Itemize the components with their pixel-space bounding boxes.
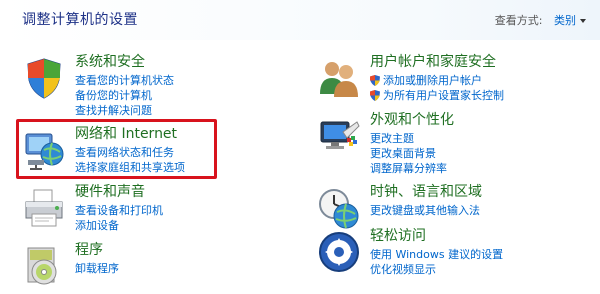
header-bar: 调整计算机的设置 查看方式: 类别 (0, 0, 600, 40)
link-parental-controls[interactable]: 为所有用户设置家长控制 (370, 88, 590, 103)
link-add-device[interactable]: 添加设备 (75, 218, 295, 233)
category-ease-access: 轻松访问 使用 Windows 建议的设置 优化视频显示 (317, 228, 587, 280)
link-windows-recommended-settings[interactable]: 使用 Windows 建议的设置 (370, 247, 590, 262)
clock-globe-icon[interactable] (317, 186, 361, 230)
view-by-value: 类别 (554, 14, 576, 27)
users-icon[interactable] (317, 56, 361, 100)
link-change-input-method[interactable]: 更改键盘或其他输入法 (370, 203, 590, 218)
category-user-accounts: 用户帐户和家庭安全 添加或删除用户帐户 为所有用户设置家长控制 (317, 54, 587, 102)
uac-shield-icon (370, 90, 380, 101)
category-hardware: 硬件和声音 查看设备和打印机 添加设备 (22, 184, 292, 232)
uac-shield-icon (370, 75, 380, 86)
link-view-devices-printers[interactable]: 查看设备和打印机 (75, 203, 295, 218)
monitor-palette-icon[interactable] (317, 114, 361, 158)
category-title-user-accounts[interactable]: 用户帐户和家庭安全 (370, 54, 590, 71)
category-clock: 时钟、语言和区域 更改键盘或其他输入法 (317, 184, 587, 232)
page-title: 调整计算机的设置 (22, 12, 138, 28)
printer-icon[interactable] (22, 186, 66, 230)
highlight-box (16, 119, 217, 179)
link-parental-controls-label: 为所有用户设置家长控制 (383, 89, 504, 102)
view-by-dropdown[interactable]: 类别 (554, 14, 586, 27)
link-backup-computer[interactable]: 备份您的计算机 (75, 88, 295, 103)
category-system-security: 系统和安全 查看您的计算机状态 备份您的计算机 查找并解决问题 (22, 54, 295, 118)
program-disc-icon[interactable] (22, 244, 66, 288)
link-troubleshoot[interactable]: 查找并解决问题 (75, 103, 295, 118)
view-by: 查看方式: 类别 (495, 12, 586, 28)
link-adjust-resolution[interactable]: 调整屏幕分辨率 (370, 161, 590, 176)
category-appearance: 外观和个性化 更改主题 更改桌面背景 调整屏幕分辨率 (317, 112, 590, 176)
view-by-label: 查看方式: (494, 14, 543, 27)
link-add-remove-accounts-label: 添加或删除用户帐户 (383, 74, 482, 87)
link-change-desktop-background[interactable]: 更改桌面背景 (370, 146, 590, 161)
category-title-clock[interactable]: 时钟、语言和区域 (370, 184, 590, 201)
ease-of-access-icon[interactable] (317, 230, 361, 274)
link-add-remove-accounts[interactable]: 添加或删除用户帐户 (370, 73, 590, 88)
category-title-ease-access[interactable]: 轻松访问 (370, 228, 590, 245)
category-title-programs[interactable]: 程序 (75, 242, 295, 259)
link-change-theme[interactable]: 更改主题 (370, 131, 590, 146)
link-view-computer-status[interactable]: 查看您的计算机状态 (75, 73, 295, 88)
link-optimize-visual-display[interactable]: 优化视频显示 (370, 262, 590, 277)
category-programs: 程序 卸载程序 (22, 242, 295, 285)
category-title-hardware[interactable]: 硬件和声音 (75, 184, 295, 201)
category-title-appearance[interactable]: 外观和个性化 (370, 112, 590, 129)
category-title-system-security[interactable]: 系统和安全 (75, 54, 295, 71)
link-uninstall-program[interactable]: 卸载程序 (75, 261, 295, 276)
chevron-down-icon (580, 19, 586, 23)
flag-shield-icon[interactable] (22, 56, 66, 100)
